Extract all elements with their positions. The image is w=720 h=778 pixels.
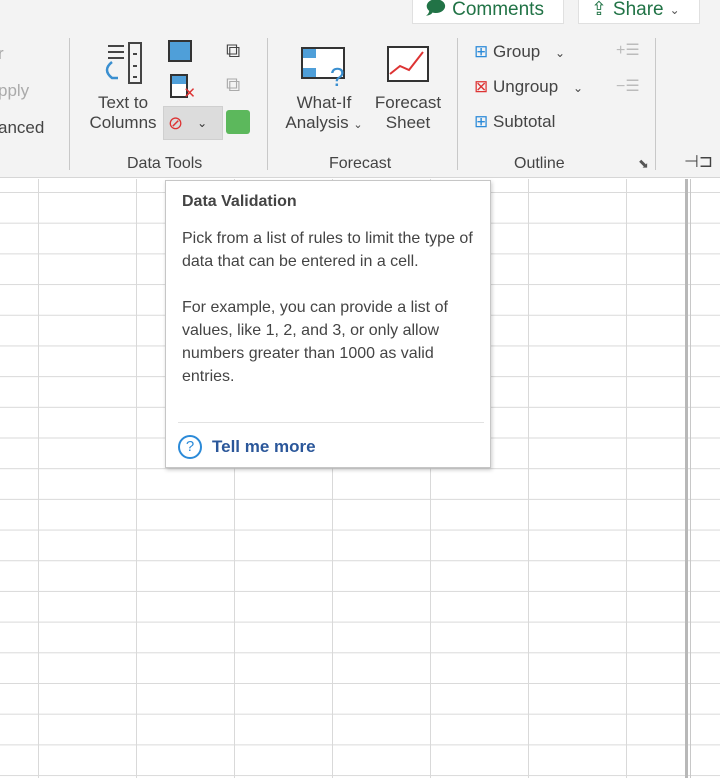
relationships-icon[interactable]: ⧉ <box>226 74 240 97</box>
subtotal-icon: ⊞ <box>474 112 489 131</box>
consolidate-icon[interactable]: ⧉ <box>226 40 240 63</box>
ungroup-icon: ⊠ <box>474 77 489 96</box>
forecast-sheet-button[interactable]: Forecast Sheet <box>370 44 446 133</box>
text-to-columns-icon <box>105 42 142 84</box>
advanced-button[interactable]: anced <box>0 118 44 138</box>
what-if-analysis-button[interactable]: ? What-If Analysis ⌄ <box>282 44 366 133</box>
data-validation-tooltip: Data Validation Pick from a list of rule… <box>165 180 491 468</box>
chevron-down-icon: ⌄ <box>353 119 363 131</box>
group-button[interactable]: ⊞ Group ⌄ <box>474 42 565 62</box>
dialog-launcher-icon[interactable]: ⬊ <box>638 156 649 172</box>
comment-icon: 🗩 <box>425 0 447 19</box>
forecast-sheet-icon <box>387 46 429 82</box>
tooltip-title: Data Validation <box>182 193 297 210</box>
group-icon: ⊞ <box>474 42 489 61</box>
what-if-icon: ? <box>301 47 345 92</box>
ungroup-button[interactable]: ⊠ Ungroup ⌄ <box>474 77 583 97</box>
show-detail-icon[interactable]: +☰ <box>616 40 640 60</box>
data-tools-group-label: Data Tools <box>127 155 203 172</box>
text-to-columns-button[interactable]: Text to Columns <box>84 40 162 133</box>
tooltip-description: Pick from a list of rules to limit the t… <box>182 230 473 270</box>
outline-group-label: Outline <box>514 155 565 172</box>
hide-detail-icon[interactable]: −☰ <box>616 76 640 96</box>
remove-duplicates-icon[interactable]: ✕ <box>170 74 196 102</box>
chevron-down-icon[interactable]: ⌄ <box>197 116 207 130</box>
data-validation-icon: ⊘ <box>168 112 184 133</box>
help-icon: ? <box>178 435 202 459</box>
pin-ribbon-icon[interactable]: ⊣⊐ <box>684 152 713 172</box>
chevron-down-icon: ⌄ <box>669 2 680 17</box>
share-icon: ⇪ <box>591 0 607 20</box>
forecast-group-label: Forecast <box>329 155 392 172</box>
subtotal-button[interactable]: ⊞ Subtotal <box>474 112 555 132</box>
tell-me-more-link[interactable]: ? Tell me more <box>178 422 484 459</box>
tooltip-example: For example, you can provide a list of v… <box>182 299 448 385</box>
reapply-button[interactable]: pply <box>0 81 29 101</box>
clear-button[interactable]: r <box>0 44 4 64</box>
comments-button[interactable]: 🗩 Comments <box>412 0 564 24</box>
svg-text:?: ? <box>330 62 344 88</box>
ribbon: 🗩 Comments ⇪ Share ⌄ r pply anced Text to C… <box>0 0 720 178</box>
data-validation-button[interactable]: ⊘ ⌄ <box>163 106 223 140</box>
flash-fill-icon[interactable] <box>168 40 192 62</box>
manage-data-model-icon[interactable] <box>226 110 250 134</box>
share-button[interactable]: ⇪ Share ⌄ <box>578 0 700 24</box>
